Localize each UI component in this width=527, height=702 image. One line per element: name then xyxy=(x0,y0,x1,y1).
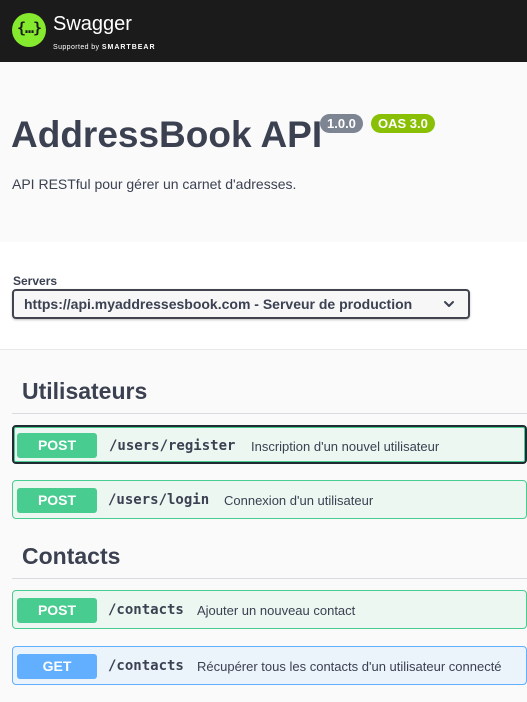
tag-name: Utilisateurs xyxy=(22,378,148,404)
operation-path: /users/register xyxy=(109,438,236,454)
operation-summary: Récupérer tous les contacts d'un utilisa… xyxy=(197,659,502,674)
method-badge: POST xyxy=(17,433,97,458)
topbar: {…} Swagger Supported by SMARTBEAR xyxy=(0,0,527,62)
method-badge: GET xyxy=(17,654,97,679)
oas-badge: OAS 3.0 xyxy=(371,114,435,133)
method-badge: POST xyxy=(17,488,97,513)
tag-name: Contacts xyxy=(22,543,121,569)
operation-get-contacts[interactable]: GET /contacts Récupérer tous les contact… xyxy=(12,646,527,685)
operation-post-contacts[interactable]: POST /contacts Ajouter un nouveau contac… xyxy=(12,590,527,629)
api-description: API RESTful pour gérer un carnet d'adres… xyxy=(12,176,297,192)
servers-section: Servers https://api.myaddressesbook.com … xyxy=(0,242,527,350)
operation-post-users-register[interactable]: POST /users/register Inscription d'un no… xyxy=(12,425,527,464)
swagger-logo-icon[interactable]: {…} xyxy=(12,13,46,47)
server-selected-value: https://api.myaddressesbook.com - Serveu… xyxy=(24,296,413,312)
tag-header-contacts[interactable]: Contacts xyxy=(12,543,527,579)
version-badge: 1.0.0 xyxy=(320,114,363,133)
brand-supported-label: Supported by xyxy=(53,44,100,51)
api-info: AddressBook API 1.0.0 OAS 3.0 API RESTfu… xyxy=(0,62,527,242)
operation-path: /contacts xyxy=(108,602,184,618)
brand-company: SMARTBEAR xyxy=(101,44,156,51)
operation-post-users-login[interactable]: POST /users/login Connexion d'un utilisa… xyxy=(12,480,527,519)
operation-path: /users/login xyxy=(108,492,210,508)
chevron-down-icon xyxy=(444,301,454,307)
operation-summary: Connexion d'un utilisateur xyxy=(224,493,374,508)
operation-summary: Ajouter un nouveau contact xyxy=(197,603,356,618)
operation-summary: Inscription d'un nouvel utilisateur xyxy=(251,439,440,454)
tag-header-utilisateurs[interactable]: Utilisateurs xyxy=(12,378,527,414)
page-title: AddressBook API xyxy=(11,114,323,155)
brand-supported-by: Supported by SMARTBEAR xyxy=(53,44,156,51)
servers-label: Servers xyxy=(13,274,58,288)
brand-name[interactable]: Swagger xyxy=(53,13,132,36)
method-badge: POST xyxy=(17,598,97,623)
logo-glyph: {…} xyxy=(16,19,42,37)
operation-path: /contacts xyxy=(108,658,184,674)
server-select[interactable]: https://api.myaddressesbook.com - Serveu… xyxy=(12,289,470,319)
